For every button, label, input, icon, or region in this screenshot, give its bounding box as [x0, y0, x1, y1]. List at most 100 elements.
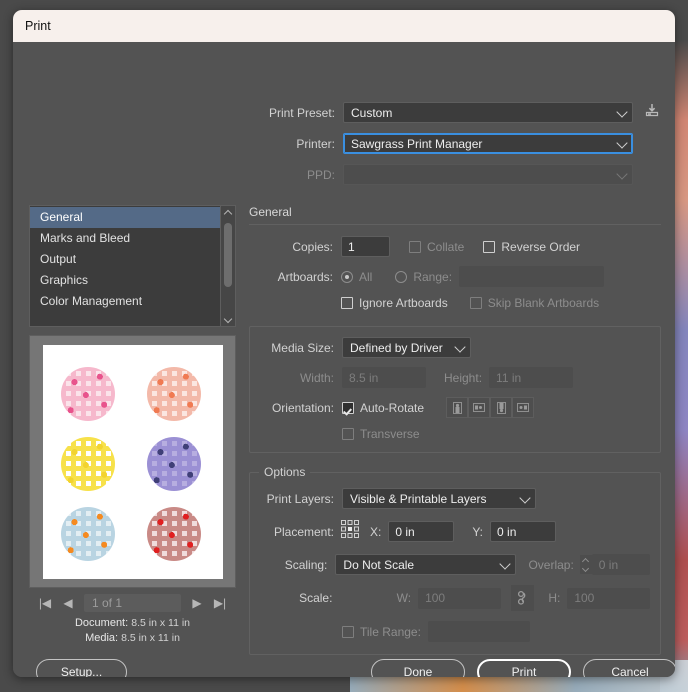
media-size-select[interactable]: Defined by Driver [342, 337, 471, 358]
preview-swatch-cherry-gingham [146, 506, 201, 561]
print-dialog: Print Print Preset: Custom Printer: Sawg… [13, 10, 675, 677]
media-size-row: Media: 8.5 in x 11 in [29, 631, 236, 646]
scaling-row: Scaling: Do Not Scale Overlap: 0 in [250, 554, 651, 575]
print-preset-value: Custom [351, 105, 393, 120]
cancel-button[interactable]: Cancel [583, 659, 675, 677]
orientation-landscape-icon[interactable] [468, 397, 491, 418]
link-chain-icon[interactable] [510, 585, 535, 611]
first-page-button[interactable]: |◀ [38, 596, 52, 610]
copies-input[interactable]: 1 [341, 236, 390, 257]
dialog-title: Print [25, 19, 51, 33]
next-page-button[interactable]: ▶ [190, 596, 204, 610]
orientation-portrait-reverse-icon[interactable] [490, 397, 513, 418]
skip-blank-artboards-checkbox [469, 297, 482, 309]
overlap-input: 0 in [591, 554, 651, 575]
transverse-row: Transverse [342, 427, 650, 441]
save-preset-icon[interactable] [644, 102, 660, 123]
auto-rotate-label: Auto-Rotate [360, 400, 425, 415]
media-size-row-control: Media Size: Defined by Driver [250, 337, 650, 358]
artboards-range-radio[interactable] [395, 270, 408, 283]
ignore-artboards-label: Ignore Artboards [359, 296, 448, 310]
auto-rotate-checkbox[interactable] [342, 401, 354, 414]
print-preview[interactable] [29, 335, 236, 588]
general-pane: General Copies: 1 Collate Reverse Order … [249, 205, 661, 655]
preview-page [42, 344, 223, 579]
scaling-label: Scaling: [284, 557, 328, 572]
section-list-scrollbar[interactable] [220, 206, 235, 326]
preview-swatch-banana-grid [60, 436, 115, 491]
ignore-artboards-checkbox[interactable] [341, 297, 353, 309]
artboards-range-input [459, 266, 605, 287]
scale-w-label: W: [396, 591, 412, 605]
overlap-stepper [579, 555, 592, 574]
sidebar-item-color-management[interactable]: Color Management [30, 291, 220, 312]
artboards-range-label: Range: [413, 269, 453, 284]
placement-label: Placement: [273, 524, 334, 539]
sidebar-item-graphics[interactable]: Graphics [30, 270, 220, 291]
scaling-select[interactable]: Do Not Scale [335, 554, 517, 575]
scrollbar-track[interactable] [221, 219, 235, 313]
placement-y-input[interactable]: 0 in [490, 521, 557, 542]
last-page-button[interactable]: ▶| [213, 596, 227, 610]
preview-navigation: |◀ ◀ 1 of 1 ▶ ▶| [29, 592, 236, 614]
placement-x-label: X: [370, 524, 382, 539]
document-size-value: 8.5 in x 11 in [131, 617, 191, 629]
sidebar-item-general[interactable]: General [30, 207, 220, 228]
ppd-label: PPD: [306, 167, 335, 182]
placement-anchor-grid-icon[interactable] [340, 519, 360, 544]
orientation-portrait-icon[interactable] [446, 397, 469, 418]
orientation-landscape-reverse-icon[interactable] [512, 397, 535, 418]
scale-h-label: H: [548, 591, 561, 605]
copies-label: Copies: [292, 239, 333, 254]
media-size-value: Defined by Driver [350, 340, 443, 355]
scroll-down-icon[interactable] [221, 313, 235, 326]
print-layers-select[interactable]: Visible & Printable Layers [342, 488, 536, 509]
ignore-artboards-row: Ignore Artboards Skip Blank Artboards [341, 296, 661, 310]
ppd-select [343, 164, 633, 185]
setup-button[interactable]: Setup... [36, 659, 127, 677]
options-section-title: Options [259, 465, 311, 479]
placement-row: Placement: X: 0 in Y: 0 in [250, 519, 650, 544]
printer-value: Sawgrass Print Manager [351, 136, 483, 151]
reverse-order-checkbox[interactable] [483, 240, 496, 253]
print-preset-label: Print Preset: [268, 105, 335, 120]
transverse-checkbox [342, 428, 354, 440]
tile-range-input [427, 621, 530, 642]
chevron-down-icon [519, 491, 531, 504]
scroll-up-icon[interactable] [221, 206, 235, 219]
preview-swatch-strawberry-gingham [60, 366, 115, 421]
print-preset-row: Print Preset: Custom [263, 102, 660, 123]
width-label: Width: [299, 370, 334, 385]
artboards-all-radio[interactable] [341, 270, 353, 283]
preview-swatch-blueberry-gingham [146, 436, 201, 491]
document-size-row: Document: 8.5 in x 11 in [29, 616, 236, 631]
scale-h-input: 100 [567, 587, 650, 609]
dialog-titlebar: Print [13, 10, 675, 42]
collate-checkbox [409, 240, 421, 253]
media-size-label: Media: [85, 632, 119, 644]
height-input: 11 in [489, 367, 574, 388]
print-preset-select[interactable]: Custom [343, 102, 633, 123]
print-button[interactable]: Print [477, 659, 571, 677]
print-layers-row: Print Layers: Visible & Printable Layers [250, 488, 650, 509]
height-label: Height: [444, 370, 483, 385]
document-size-label: Document: [74, 617, 129, 629]
orientation-buttons [446, 397, 535, 418]
copies-row: Copies: 1 Collate Reverse Order [249, 236, 661, 257]
sidebar-item-marks-and-bleed[interactable]: Marks and Bleed [30, 228, 220, 249]
printer-select[interactable]: Sawgrass Print Manager [343, 133, 633, 154]
chevron-down-icon [616, 167, 628, 180]
page-number-field[interactable]: 1 of 1 [84, 594, 181, 612]
chevron-down-icon [616, 136, 628, 149]
sidebar-item-output[interactable]: Output [30, 249, 220, 270]
sidebar-item-label: Graphics [40, 273, 89, 287]
sidebar-item-label: General [40, 210, 83, 224]
scrollbar-thumb[interactable] [224, 223, 232, 287]
previous-page-button[interactable]: ◀ [61, 596, 75, 610]
artboards-row: Artboards: All Range: [249, 266, 661, 287]
section-list[interactable]: General Marks and Bleed Output Graphics … [29, 205, 236, 327]
placement-x-input[interactable]: 0 in [388, 521, 455, 542]
done-button[interactable]: Done [371, 659, 465, 677]
chevron-down-icon [454, 340, 466, 353]
tile-range-label: Tile Range: [360, 624, 421, 639]
